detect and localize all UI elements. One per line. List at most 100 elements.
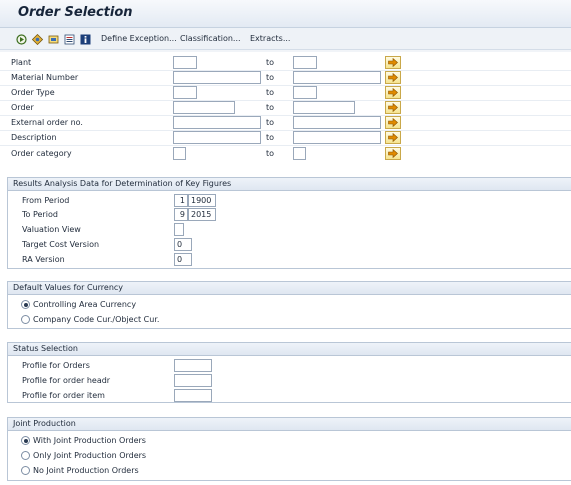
profile-order-header-row: Profile for order headr — [8, 374, 571, 388]
profile-orders-input[interactable] — [174, 359, 212, 372]
plant-from-input[interactable] — [173, 56, 197, 69]
external-order-no-row: External order no. to — [0, 116, 571, 130]
no-joint-production-label: No Joint Production Orders — [33, 466, 139, 475]
target-cost-version-row: Target Cost Version — [8, 238, 571, 252]
external-order-no-to-label: to — [266, 118, 275, 127]
order-type-from-input[interactable] — [173, 86, 197, 99]
from-period-input[interactable] — [174, 194, 188, 207]
controlling-area-currency-radio[interactable] — [21, 300, 30, 309]
profile-order-item-row: Profile for order item — [8, 389, 571, 403]
only-joint-production-radio[interactable] — [21, 451, 30, 460]
external-order-no-label: External order no. — [11, 118, 83, 127]
profile-orders-row: Profile for Orders — [8, 359, 571, 373]
external-order-no-from-input[interactable] — [173, 116, 261, 129]
plant-label: Plant — [11, 58, 32, 67]
plant-row: Plant to — [0, 56, 571, 70]
controlling-area-currency-label: Controlling Area Currency — [33, 300, 137, 309]
order-category-from-input[interactable] — [173, 147, 186, 160]
description-row: Description to — [0, 131, 571, 145]
material-number-row: Material Number to — [0, 71, 571, 85]
profile-orders-label: Profile for Orders — [22, 361, 90, 370]
order-category-multiple-selection-button[interactable] — [385, 147, 401, 160]
ra-version-label: RA Version — [22, 255, 65, 264]
extracts-button[interactable]: Extracts... — [250, 34, 290, 43]
joint-production-header: Joint Production — [8, 418, 571, 431]
description-multiple-selection-button[interactable] — [385, 131, 401, 144]
material-number-to-label: to — [266, 73, 275, 82]
to-year-input[interactable] — [188, 208, 216, 221]
arrow-right-icon — [388, 149, 398, 158]
target-cost-version-input[interactable] — [174, 238, 192, 251]
order-from-input[interactable] — [173, 101, 235, 114]
description-to-input[interactable] — [293, 131, 381, 144]
plant-to-label: to — [266, 58, 275, 67]
application-toolbar: Define Exception... Classification... Ex… — [0, 28, 571, 50]
to-period-label: To Period — [22, 210, 58, 219]
execute-icon[interactable] — [16, 34, 27, 45]
results-analysis-group: Results Analysis Data for Determination … — [7, 177, 571, 269]
variant-list-icon[interactable] — [64, 34, 75, 45]
plant-to-input[interactable] — [293, 56, 317, 69]
order-row: Order to — [0, 101, 571, 115]
order-type-to-input[interactable] — [293, 86, 317, 99]
arrow-right-icon — [388, 88, 398, 97]
external-order-no-to-input[interactable] — [293, 116, 381, 129]
material-number-to-input[interactable] — [293, 71, 381, 84]
profile-order-item-input[interactable] — [174, 389, 212, 402]
material-number-label: Material Number — [11, 73, 79, 82]
order-multiple-selection-button[interactable] — [385, 101, 401, 114]
get-variant-icon[interactable] — [31, 33, 44, 46]
valuation-view-row: Valuation View — [8, 223, 571, 237]
company-code-currency-radio[interactable] — [21, 315, 30, 324]
arrow-right-icon — [388, 133, 398, 142]
profile-order-item-label: Profile for order item — [22, 391, 105, 400]
currency-group: Default Values for Currency Controlling … — [7, 281, 571, 329]
status-selection-header: Status Selection — [8, 343, 571, 356]
to-period-row: To Period — [8, 208, 571, 222]
page-title: Order Selection — [18, 5, 133, 20]
arrow-right-icon — [388, 73, 398, 82]
from-year-input[interactable] — [188, 194, 216, 207]
only-joint-production-label: Only Joint Production Orders — [33, 451, 147, 460]
classification-button[interactable]: Classification... — [180, 34, 241, 43]
order-category-row: Order category to — [0, 147, 571, 161]
description-to-label: to — [266, 133, 275, 142]
order-type-row: Order Type to — [0, 86, 571, 100]
from-period-row: From Period — [8, 194, 571, 208]
description-label: Description — [11, 133, 57, 142]
description-from-input[interactable] — [173, 131, 261, 144]
valuation-view-label: Valuation View — [22, 225, 81, 234]
info-icon[interactable] — [80, 34, 91, 45]
results-analysis-header: Results Analysis Data for Determination … — [8, 178, 571, 191]
title-bar: Order Selection — [0, 0, 571, 28]
order-type-label: Order Type — [11, 88, 55, 97]
target-cost-version-label: Target Cost Version — [22, 240, 100, 249]
with-joint-production-radio[interactable] — [21, 436, 30, 445]
to-period-input[interactable] — [174, 208, 188, 221]
company-code-currency-label: Company Code Cur./Object Cur. — [33, 315, 160, 324]
arrow-right-icon — [388, 103, 398, 112]
selection-screen: Plant to Material Number to Order Type t… — [0, 52, 571, 485]
external-order-no-multiple-selection-button[interactable] — [385, 116, 401, 129]
from-period-label: From Period — [22, 196, 70, 205]
ra-version-input[interactable] — [174, 253, 192, 266]
order-to-label: to — [266, 103, 275, 112]
order-category-label: Order category — [11, 149, 72, 158]
order-type-multiple-selection-button[interactable] — [385, 86, 401, 99]
plant-multiple-selection-button[interactable] — [385, 56, 401, 69]
ra-version-row: RA Version — [8, 253, 571, 267]
row-separator — [0, 145, 571, 146]
order-category-to-input[interactable] — [293, 147, 306, 160]
order-type-to-label: to — [266, 88, 275, 97]
status-selection-group: Status Selection Profile for Orders Prof… — [7, 342, 571, 403]
no-joint-production-radio[interactable] — [21, 466, 30, 475]
order-to-input[interactable] — [293, 101, 355, 114]
profile-order-header-input[interactable] — [174, 374, 212, 387]
with-joint-production-label: With Joint Production Orders — [33, 436, 146, 445]
joint-production-group: Joint Production With Joint Production O… — [7, 417, 571, 481]
material-number-multiple-selection-button[interactable] — [385, 71, 401, 84]
valuation-view-input[interactable] — [174, 223, 184, 236]
material-number-from-input[interactable] — [173, 71, 261, 84]
define-exception-button[interactable]: Define Exception... — [101, 34, 177, 43]
save-variant-icon[interactable] — [48, 34, 59, 45]
